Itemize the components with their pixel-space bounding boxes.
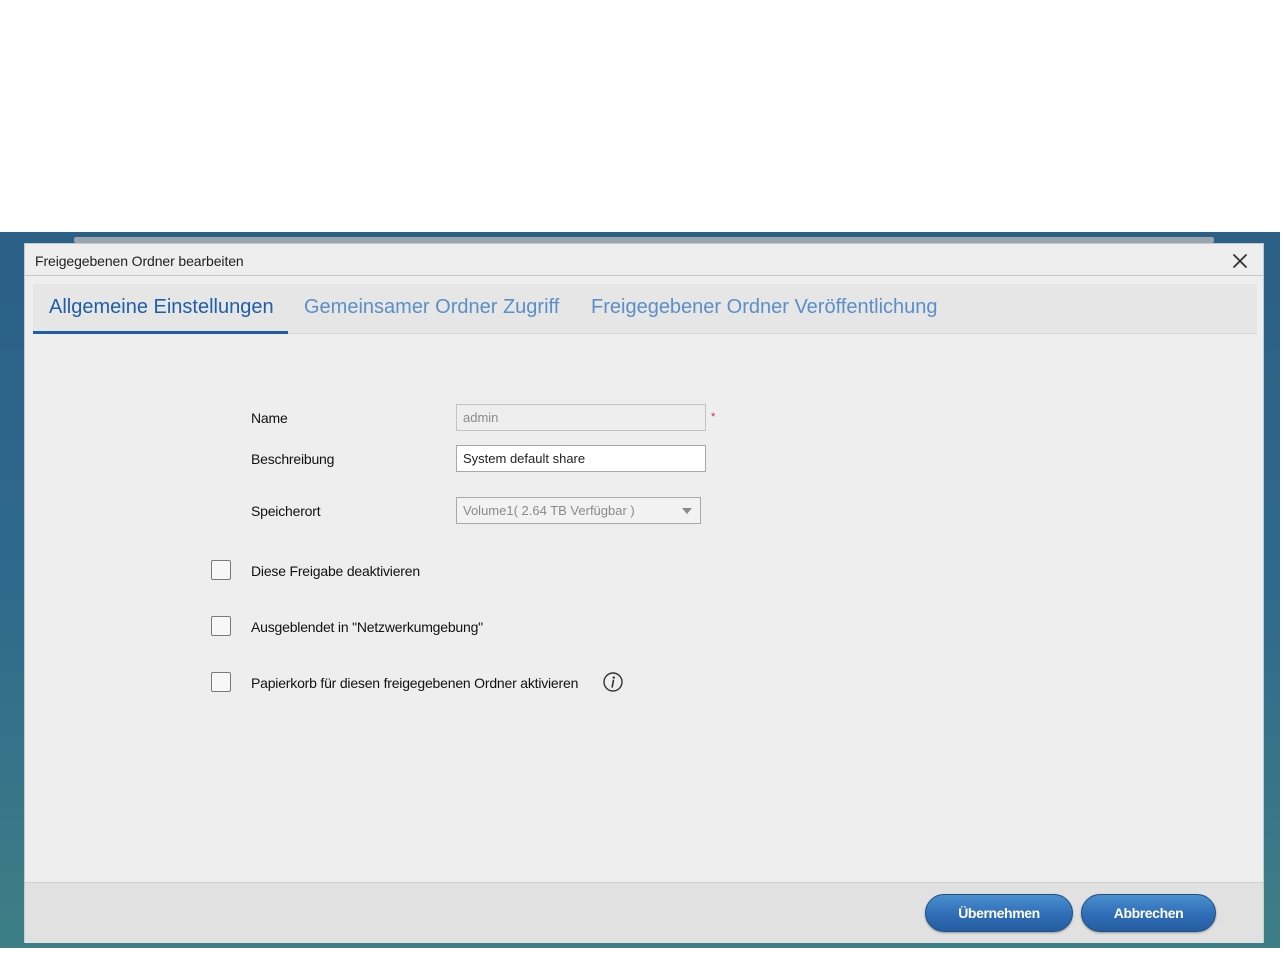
tab-bar: Allgemeine Einstellungen Gemeinsamer Ord… — [33, 284, 1257, 334]
cancel-button[interactable]: Abbrechen — [1081, 894, 1216, 932]
info-icon[interactable] — [603, 672, 623, 692]
dialog-title-bar: Freigegebenen Ordner bearbeiten — [25, 244, 1263, 276]
disable-share-label: Diese Freigabe deaktivieren — [251, 563, 420, 579]
hide-network-label: Ausgeblendet in "Netzwerkumgebung" — [251, 619, 483, 635]
location-select-value: Volume1( 2.64 TB Verfügbar ) — [463, 503, 635, 518]
edit-shared-folder-dialog: Freigegebenen Ordner bearbeiten Allgemei… — [24, 243, 1264, 943]
tab-shared-folder-publishing[interactable]: Freigegebener Ordner Veröffentlichung — [591, 284, 938, 334]
recycle-bin-label: Papierkorb für diesen freigegebenen Ordn… — [251, 675, 579, 691]
blank-bottom-edge — [0, 948, 1284, 954]
tab-shared-folder-access[interactable]: Gemeinsamer Ordner Zugriff — [304, 284, 559, 334]
required-marker: * — [711, 411, 716, 423]
description-input[interactable]: System default share — [456, 445, 706, 472]
blank-top-area — [0, 0, 1284, 232]
close-icon[interactable] — [1231, 252, 1249, 270]
dialog-footer: Übernehmen Abbrechen — [25, 882, 1263, 943]
hide-network-checkbox[interactable] — [211, 616, 231, 636]
location-select[interactable]: Volume1( 2.64 TB Verfügbar ) — [456, 497, 701, 524]
recycle-bin-checkbox[interactable] — [211, 672, 231, 692]
blank-right-edge — [1280, 232, 1284, 954]
disable-share-checkbox[interactable] — [211, 560, 231, 580]
apply-button[interactable]: Übernehmen — [925, 894, 1073, 932]
tab-general-settings[interactable]: Allgemeine Einstellungen — [33, 284, 288, 334]
name-label: Name — [251, 410, 288, 426]
description-label: Beschreibung — [251, 451, 335, 467]
name-input[interactable]: admin — [456, 404, 706, 431]
dialog-title: Freigegebenen Ordner bearbeiten — [35, 253, 244, 269]
location-label: Speicherort — [251, 503, 321, 519]
chevron-down-icon — [682, 508, 692, 514]
